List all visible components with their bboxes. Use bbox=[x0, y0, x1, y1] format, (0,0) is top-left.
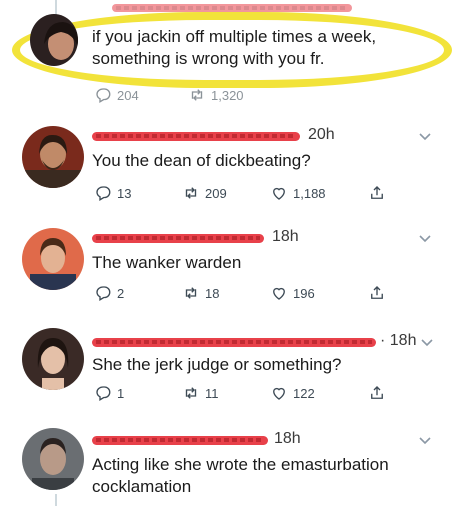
reply-count: 204 bbox=[117, 87, 139, 103]
retweet-icon bbox=[185, 287, 197, 299]
like-button[interactable]: 196 bbox=[270, 284, 315, 302]
timestamp: · 18h bbox=[380, 332, 417, 349]
like-icon bbox=[273, 287, 285, 300]
like-count: 196 bbox=[293, 285, 315, 301]
retweet-button[interactable]: 1,320 bbox=[188, 86, 244, 104]
chevron-down-icon[interactable] bbox=[418, 132, 432, 142]
retweet-count: 209 bbox=[205, 185, 227, 201]
reply-count: 13 bbox=[117, 185, 132, 201]
like-icon bbox=[273, 387, 285, 400]
reply-icon bbox=[96, 386, 111, 401]
timestamp: 18h bbox=[274, 430, 301, 447]
avatar[interactable] bbox=[22, 328, 84, 390]
tweet-4[interactable]: 18h Acting like she wrote the emasturbat… bbox=[0, 418, 456, 506]
chevron-down-icon[interactable] bbox=[418, 234, 432, 244]
like-count: 122 bbox=[293, 385, 315, 401]
tweet-header: 18h bbox=[92, 228, 422, 248]
reply-icon bbox=[96, 286, 111, 301]
reply-button[interactable]: 2 bbox=[94, 284, 124, 302]
tweet-actions: 13 209 1,188 bbox=[92, 184, 422, 204]
timestamp: 20h bbox=[308, 126, 335, 143]
share-button[interactable] bbox=[368, 284, 386, 302]
like-icon bbox=[273, 187, 285, 200]
retweet-button[interactable]: 18 bbox=[182, 284, 219, 302]
avatar[interactable] bbox=[22, 126, 84, 188]
tweet-header: 20h bbox=[92, 126, 422, 146]
tweet-actions: 2 18 196 bbox=[92, 284, 422, 304]
reply-count: 1 bbox=[117, 385, 125, 401]
retweet-icon bbox=[191, 89, 203, 101]
chevron-down-icon[interactable] bbox=[418, 436, 432, 446]
tweet-text: The wanker warden bbox=[92, 253, 242, 272]
retweet-count: 11 bbox=[205, 385, 219, 401]
reply-button[interactable]: 13 bbox=[94, 184, 131, 202]
retweet-count: 18 bbox=[205, 285, 220, 301]
reply-icon bbox=[96, 88, 111, 103]
redacted-username bbox=[112, 4, 352, 12]
share-icon bbox=[371, 186, 383, 199]
tweet-text: She the jerk judge or something? bbox=[92, 355, 342, 374]
avatar[interactable] bbox=[22, 428, 84, 490]
tweet-3[interactable]: · 18h She the jerk judge or something? 1… bbox=[0, 318, 456, 414]
share-icon bbox=[371, 386, 383, 399]
tweet-actions: 1 11 122 bbox=[92, 384, 422, 404]
tweet-header: · 18h bbox=[92, 332, 442, 352]
redacted-username bbox=[92, 234, 264, 243]
share-icon bbox=[371, 286, 383, 299]
avatar[interactable] bbox=[30, 14, 78, 66]
retweet-icon bbox=[185, 187, 197, 199]
retweet-count: 1,320 bbox=[211, 87, 244, 103]
like-count: 1,188 bbox=[293, 185, 326, 201]
reply-count: 2 bbox=[117, 285, 125, 301]
tweet-text: You the dean of dickbeating? bbox=[92, 151, 311, 170]
like-button[interactable]: 122 bbox=[270, 384, 315, 402]
reply-icon bbox=[96, 186, 111, 201]
tweet-2[interactable]: 18h The wanker warden 2 18 196 bbox=[0, 216, 456, 312]
tweet-1[interactable]: 20h You the dean of dickbeating? 13 209 … bbox=[0, 114, 456, 208]
reply-button[interactable]: 1 bbox=[94, 384, 124, 402]
tweet-0[interactable]: if you jackin off multiple times a week,… bbox=[0, 0, 456, 106]
like-button[interactable]: 1,188 bbox=[270, 184, 326, 202]
tweet-actions: 204 1,320 bbox=[92, 86, 422, 106]
share-button[interactable] bbox=[368, 184, 386, 202]
retweet-button[interactable]: 209 bbox=[182, 184, 227, 202]
redacted-username bbox=[92, 436, 268, 445]
redacted-username bbox=[92, 338, 376, 347]
chevron-down-icon[interactable] bbox=[420, 338, 434, 348]
tweet-text: Acting like she wrote the emasturbation … bbox=[92, 455, 389, 496]
redacted-username bbox=[92, 132, 300, 141]
avatar[interactable] bbox=[22, 228, 84, 290]
reply-button[interactable]: 204 bbox=[94, 86, 139, 104]
tweet-header: 18h bbox=[92, 430, 422, 450]
retweet-icon bbox=[185, 387, 197, 399]
retweet-button[interactable]: 11 bbox=[182, 384, 219, 402]
timestamp: 18h bbox=[272, 228, 299, 245]
share-button[interactable] bbox=[368, 384, 386, 402]
tweet-text: if you jackin off multiple times a week,… bbox=[92, 27, 377, 68]
